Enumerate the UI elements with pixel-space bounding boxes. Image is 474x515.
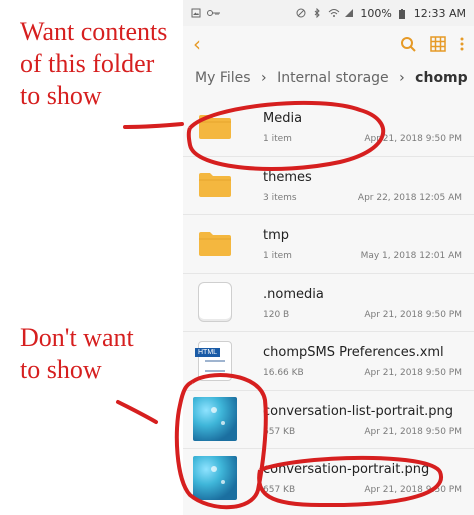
status-bar: 100% 12:33 AM: [183, 0, 474, 26]
image-thumbnail-icon: [193, 455, 237, 500]
file-name: chompSMS Preferences.xml: [263, 345, 444, 360]
annotation-line: to show: [20, 355, 102, 384]
file-name: conversation-list-portrait.png: [263, 403, 454, 419]
file-name: .nomedia: [263, 286, 324, 302]
breadcrumb-my-files[interactable]: My Files: [195, 70, 251, 86]
annotation-line: Don't want: [20, 323, 134, 352]
annotation-dont-want: Don't want to show: [20, 322, 134, 386]
html-file-icon: HTML: [193, 339, 237, 383]
folder-icon: [193, 105, 237, 149]
action-bar: ‹: [183, 26, 474, 62]
more-options-icon[interactable]: [460, 36, 464, 52]
file-name: Media: [263, 111, 303, 126]
file-name: conversation-portrait.png: [263, 462, 430, 477]
blank-file-icon: [193, 280, 237, 324]
wifi-icon: [328, 8, 340, 18]
breadcrumb-chevron-icon: ›: [261, 70, 267, 86]
bluetooth-icon: [312, 7, 322, 19]
file-meta: 1 item: [263, 251, 292, 261]
key-icon: [207, 8, 220, 18]
status-right: 100% 12:33 AM: [296, 7, 466, 20]
search-icon[interactable]: [400, 36, 416, 52]
file-meta: 120 B: [263, 309, 290, 320]
grid-view-icon[interactable]: [430, 36, 446, 52]
breadcrumb-current: chomp: [415, 70, 468, 86]
html-badge: HTML: [195, 347, 221, 357]
file-list: Media 1 item Apr 21, 2018 9:50 PM themes…: [183, 98, 474, 507]
list-item[interactable]: .nomedia 120 B Apr 21, 2018 9:50 PM: [183, 273, 474, 332]
file-date: Apr 21, 2018 9:50 PM: [364, 134, 462, 144]
file-date: Apr 21, 2018 9:50 PM: [364, 426, 462, 437]
battery-icon: [398, 8, 408, 19]
list-item[interactable]: conversation-portrait.png 657 KB Apr 21,…: [183, 449, 474, 507]
file-meta: 657 KB: [263, 485, 296, 495]
list-item[interactable]: tmp 1 item May 1, 2018 12:01 AM: [183, 215, 474, 274]
file-date: Apr 22, 2018 12:05 AM: [357, 192, 462, 203]
list-item[interactable]: conversation-list-portrait.png 657 KB Ap…: [183, 390, 474, 449]
signal-icon: [344, 8, 354, 18]
file-date: Apr 21, 2018 9:50 PM: [364, 309, 462, 320]
file-date: Apr 21, 2018 9:50 PM: [364, 485, 462, 495]
annotation-line: of this folder: [20, 49, 155, 78]
action-bar-right: [400, 36, 464, 52]
annotation-line: to show: [20, 81, 102, 110]
file-manager-screen: 100% 12:33 AM ‹ My Files › Internal stor…: [183, 0, 474, 515]
image-thumbnail-icon: [193, 397, 237, 442]
annotation-want: Want contents of this folder to show: [20, 16, 167, 112]
folder-icon: [193, 222, 237, 266]
breadcrumb: My Files › Internal storage › chomp: [195, 70, 468, 86]
file-name: themes: [263, 169, 312, 185]
file-date: May 1, 2018 12:01 AM: [360, 251, 462, 261]
silent-icon: [296, 8, 306, 18]
battery-level: 100%: [360, 6, 392, 20]
file-meta: 3 items: [263, 192, 297, 203]
back-chevron-icon[interactable]: ‹: [193, 32, 201, 56]
folder-icon: [193, 163, 237, 207]
file-name: tmp: [263, 228, 290, 243]
list-item[interactable]: HTML chompSMS Preferences.xml 16.66 KB A…: [183, 332, 474, 391]
breadcrumb-chevron-icon: ›: [399, 70, 405, 86]
list-item[interactable]: Media 1 item Apr 21, 2018 9:50 PM: [183, 98, 474, 157]
list-item[interactable]: themes 3 items Apr 22, 2018 12:05 AM: [183, 156, 474, 215]
file-meta: 16.66 KB: [263, 368, 304, 378]
file-date: Apr 21, 2018 9:50 PM: [364, 368, 462, 378]
clock: 12:33 AM: [413, 6, 466, 20]
file-meta: 1 item: [263, 134, 292, 144]
image-icon: [191, 8, 201, 18]
annotation-line: Want contents: [20, 17, 168, 46]
breadcrumb-internal-storage[interactable]: Internal storage: [277, 70, 389, 86]
status-left: [191, 8, 220, 18]
file-meta: 657 KB: [263, 426, 296, 437]
